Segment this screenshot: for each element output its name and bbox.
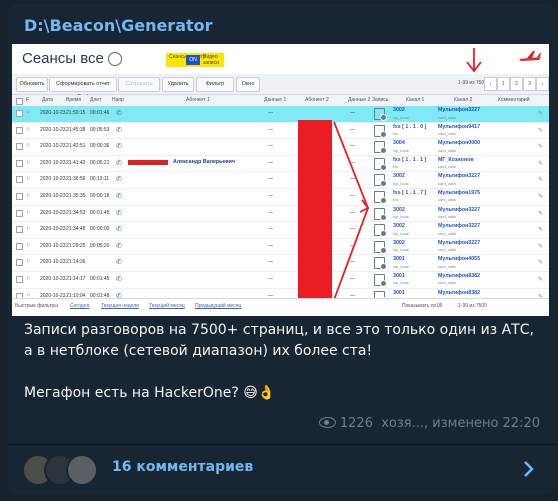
- quick-filters-label: Быстрые фильтры: [15, 303, 58, 309]
- comments-link[interactable]: 16 комментариев: [112, 459, 253, 475]
- page-size-select[interactable]: 99: [437, 303, 443, 309]
- views-count: 1226: [339, 416, 373, 431]
- page-size-label: Показывать по:: [402, 303, 438, 309]
- footer-pager-count: 1-99 из 7505: [458, 303, 487, 309]
- avatar: [66, 454, 98, 486]
- channel-title[interactable]: D:\Beacon\Generator: [24, 16, 213, 35]
- chevron-right-icon[interactable]: [518, 458, 540, 480]
- channel-post: D:\Beacon\Generator Сеансы все Сеансы за…: [8, 4, 556, 494]
- post-author-edited: хозя..., изменено 22:20: [381, 416, 540, 431]
- post-meta: 1226 хозя..., изменено 22:20: [318, 416, 540, 431]
- post-text-line-1: Записи разговоров на 7500+ страниц, и вс…: [24, 322, 534, 359]
- filter-month-link[interactable]: Текущий месяц: [149, 303, 185, 309]
- eye-icon: [318, 417, 336, 428]
- table-footer: Быстрые фильтры Сегодня Текущая неделя Т…: [12, 298, 549, 316]
- post-text: Записи разговоров на 7500+ страниц, и вс…: [24, 320, 544, 404]
- filter-prev-month-link[interactable]: Предыдущий месяц: [195, 303, 241, 309]
- annotation-arrows: [333, 48, 482, 301]
- comments-bar[interactable]: 16 комментариев: [8, 445, 556, 494]
- filter-today-link[interactable]: Сегодня: [70, 303, 89, 309]
- filter-week-link[interactable]: Текущая неделя: [101, 303, 139, 309]
- post-text-line-2: Мегафон есть на HackerOne? 😅👌: [24, 385, 276, 401]
- post-screenshot[interactable]: Сеансы все Сеансы за дату ON Видео запис…: [12, 44, 549, 316]
